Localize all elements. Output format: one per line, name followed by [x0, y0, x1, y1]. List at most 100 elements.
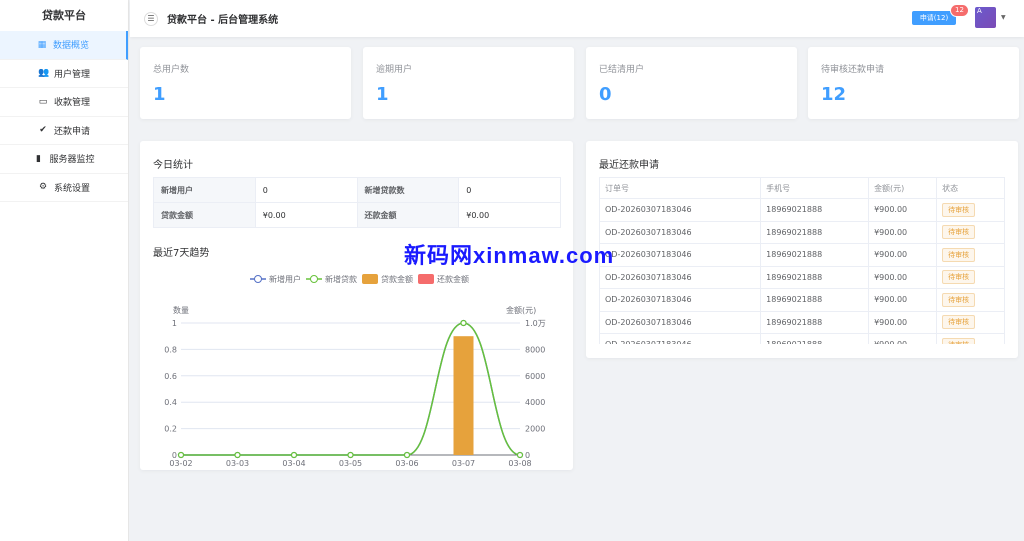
sidebar-item-0[interactable]: ▦ 数据概览	[0, 31, 128, 60]
table-cell: OD-20260307183046	[598, 243, 762, 267]
stat-label: 已结清用户	[599, 65, 645, 75]
table-cell: OD-20260307183046	[598, 220, 762, 244]
table-cell: OD-20260307183046	[598, 198, 762, 222]
today-table: 新增用户 0 新增贷款数 0 贷款金额 ¥0.00 还款金额 ¥0.00	[153, 177, 561, 228]
watermark: 新码网xinmaw.com	[404, 243, 615, 268]
y-tick-left: 0.8	[164, 345, 177, 354]
y-tick-left: 0.4	[164, 398, 177, 407]
table-cell: 18969021888	[760, 310, 870, 334]
sidebar-item-2[interactable]: ▭ 收款管理	[0, 88, 128, 117]
y-tick-left: 0.6	[164, 372, 177, 381]
notification-badge: 12	[950, 4, 969, 17]
legend-swatch	[362, 274, 378, 284]
point-新增贷款	[460, 319, 467, 327]
legend-item: 新增用户	[269, 274, 301, 284]
stat-label: 逾期用户	[376, 65, 413, 75]
stat-label: 总用户数	[153, 65, 190, 75]
apply-button[interactable]: 申请(12)	[912, 11, 956, 25]
table-cell: 18969021888	[760, 243, 870, 267]
y-axis-label-right: 金额(元)	[506, 305, 536, 315]
status-badge: 待审核	[942, 292, 976, 307]
table-cell: 待审核	[936, 333, 1005, 344]
table-cell: OD-20260307183046	[598, 333, 762, 344]
table-cell: 18969021888	[760, 198, 870, 222]
table-cell: OD-20260307183046	[598, 288, 762, 312]
status-badge: 待审核	[942, 270, 976, 285]
stat-label: 贷款金额	[153, 202, 256, 228]
x-tick: 03-02	[169, 459, 192, 468]
table-row: 新增用户 0 新增贷款数 0	[153, 177, 561, 203]
x-tick: 03-08	[508, 459, 531, 468]
table-row: OD-2026030718304618969021888¥900.00 待审核	[598, 265, 1005, 289]
stat-value: 0	[458, 177, 561, 203]
table-cell: 待审核	[936, 198, 1005, 222]
dashboard-icon: ▦	[37, 39, 47, 50]
chevron-down-icon[interactable]: ▼	[1001, 14, 1006, 21]
status-badge: 待审核	[942, 337, 976, 344]
x-tick: 03-06	[395, 459, 418, 468]
legend-swatch	[310, 275, 318, 283]
table-row: OD-2026030718304618969021888¥900.00 待审核	[598, 243, 1005, 267]
table-cell: 18969021888	[760, 288, 870, 312]
stat-value: 1	[153, 84, 166, 105]
table-cell: ¥900.00	[868, 198, 938, 222]
sidebar-item-label: 收款管理	[53, 98, 90, 109]
sidebar-item-1[interactable]: 👥 用户管理	[0, 60, 128, 88]
y-axis-label-left: 数量	[173, 305, 189, 315]
stat-value: 12	[821, 84, 847, 105]
legend-item: 贷款金额	[381, 274, 413, 284]
column-header: 手机号	[760, 177, 870, 199]
y-tick-right: 1.0万	[525, 319, 546, 328]
status-badge: 待审核	[942, 202, 976, 217]
table-row: 贷款金额 ¥0.00 还款金额 ¥0.00	[153, 202, 561, 228]
x-tick: 03-03	[226, 459, 249, 468]
x-tick: 03-04	[282, 459, 305, 468]
table-cell: ¥900.00	[868, 333, 938, 344]
sidebar-logo: 贷款平台	[42, 9, 86, 22]
table-cell: 待审核	[936, 310, 1005, 334]
sidebar-item-3[interactable]: ✔ 还款申请	[0, 117, 128, 145]
status-badge: 待审核	[942, 315, 976, 330]
legend-item: 还款金额	[437, 274, 469, 284]
table-row: OD-2026030718304618969021888¥900.00 待审核	[598, 310, 1005, 334]
column-header: 状态	[936, 177, 1005, 199]
sidebar-item-5[interactable]: ⚙ 系统设置	[0, 174, 128, 202]
stat-value: ¥0.00	[458, 202, 561, 228]
sidebar-item-4[interactable]: ▮ 服务器监控	[0, 145, 128, 174]
menu-toggle-icon[interactable]: ☰	[144, 11, 158, 26]
sidebar: 贷款平台 ▦ 数据概览 👥 用户管理 ▭ 收款管理 ✔ 还款申请 ▮ 服务器监控 ⚙ 系统设置	[0, 0, 129, 541]
table-cell: OD-20260307183046	[598, 310, 762, 334]
page-title: 贷款平台 - 后台管理系统	[167, 15, 279, 26]
avatar[interactable]: A	[975, 7, 996, 28]
point-新增贷款	[403, 451, 411, 459]
users-icon: 👥	[37, 68, 50, 79]
table-cell: 待审核	[936, 265, 1005, 289]
credit-card-icon: ▭	[38, 96, 48, 107]
point-新增贷款	[234, 451, 241, 459]
sidebar-item-label: 用户管理	[53, 69, 90, 80]
table-row: OD-2026030718304618969021888¥900.00 待审核	[598, 220, 1005, 244]
point-新增贷款	[177, 451, 185, 459]
x-tick: 03-05	[339, 459, 362, 468]
stat-label: 还款金额	[356, 202, 460, 228]
stat-value: 1	[376, 84, 389, 105]
stat-value: 0	[254, 177, 358, 203]
stat-label: 新增贷款数	[356, 177, 460, 203]
table-cell: ¥900.00	[868, 265, 938, 289]
stat-card: 总用户数 1	[140, 47, 351, 119]
table-cell: ¥900.00	[868, 288, 938, 312]
stat-label: 待审核还款申请	[821, 65, 885, 75]
today-title: 今日统计	[153, 160, 193, 171]
sidebar-item-label: 服务器监控	[49, 155, 95, 166]
legend-item: 新增贷款	[325, 274, 357, 284]
stat-value: 0	[599, 84, 612, 105]
bar-贷款金额	[453, 336, 474, 455]
table-cell: 18969021888	[760, 333, 870, 344]
stat-card: 已结清用户 0	[586, 47, 797, 119]
y-tick-right: 6000	[525, 372, 545, 381]
y-tick-left: 1	[172, 319, 177, 328]
point-新增贷款	[290, 451, 298, 459]
y-tick-right: 8000	[525, 345, 545, 354]
sidebar-item-label: 系统设置	[53, 183, 90, 194]
recent-table: 订单号 手机号 金额(元) 状态 OD-20260307183046 1896902188…	[598, 177, 1005, 344]
